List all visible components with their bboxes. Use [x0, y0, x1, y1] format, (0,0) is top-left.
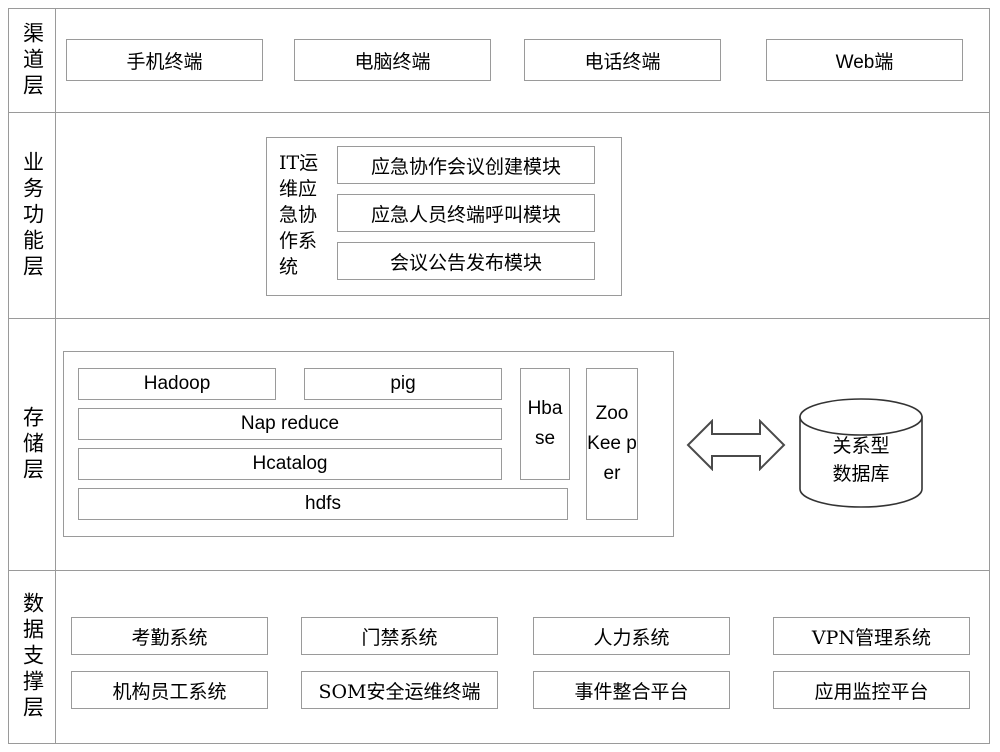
data-system-app-monitoring-platform-label: 应用监控平台	[814, 680, 929, 703]
layer-channel-body: 手机终端 电脑终端 电话终端 Web端	[56, 9, 989, 112]
storage-box-pig[interactable]: pig	[304, 368, 502, 400]
channel-item-phone-terminal[interactable]: 电话终端	[524, 39, 721, 81]
double-headed-arrow-icon	[686, 418, 786, 472]
layer-label-data-support: 数据支撑层	[9, 571, 56, 743]
storage-box-hcatalog[interactable]: Hcatalog	[78, 448, 502, 480]
storage-box-hdfs[interactable]: hdfs	[78, 488, 568, 520]
relational-database-label: 关系型 数据库	[796, 397, 926, 509]
layer-business: 业务功能层 IT运维应急协作系统 应急协作会议创建模块 应急人员终端呼叫模块 会…	[9, 113, 989, 319]
storage-box-pig-label: pig	[390, 373, 416, 394]
storage-box-hdfs-label: hdfs	[305, 493, 341, 514]
data-system-hr[interactable]: 人力系统	[533, 617, 730, 655]
it-ops-emergency-system-label: IT运维应急协作系统	[279, 152, 319, 278]
data-system-som-security-ops-terminal-label: SOM安全运维终端	[318, 680, 481, 703]
storage-box-mapreduce-label: Nap reduce	[240, 413, 340, 434]
data-system-vpn-management[interactable]: VPN管理系统	[773, 617, 970, 655]
module-emergency-staff-terminal-call[interactable]: 应急人员终端呼叫模块	[337, 194, 595, 232]
architecture-diagram: 渠道层 手机终端 电脑终端 电话终端 Web端 业务功能层 IT运维应急协作系统…	[0, 0, 1000, 752]
channel-item-phone-terminal-label: 电话终端	[584, 50, 661, 73]
layer-label-business-text: 业务功能层	[20, 150, 45, 281]
layer-business-body: IT运维应急协作系统 应急协作会议创建模块 应急人员终端呼叫模块 会议公告发布模…	[56, 113, 989, 318]
diagram-frame: 渠道层 手机终端 电脑终端 电话终端 Web端 业务功能层 IT运维应急协作系统…	[8, 8, 990, 744]
data-system-hr-label: 人力系统	[593, 626, 670, 649]
data-system-org-employee[interactable]: 机构员工系统	[71, 671, 268, 709]
channel-item-pc-terminal[interactable]: 电脑终端	[294, 39, 491, 81]
module-emergency-meeting-create-label: 应急协作会议创建模块	[370, 155, 561, 178]
data-system-vpn-management-label: VPN管理系统	[811, 626, 932, 649]
storage-box-hadoop-label: Hadoop	[143, 373, 211, 394]
module-emergency-staff-terminal-call-label: 应急人员终端呼叫模块	[370, 203, 561, 226]
channel-item-mobile-terminal-label: 手机终端	[126, 50, 203, 73]
layer-label-storage-text: 存储层	[20, 405, 45, 484]
layer-channel: 渠道层 手机终端 电脑终端 电话终端 Web端	[9, 9, 989, 113]
layer-label-data-support-text: 数据支撑层	[20, 592, 45, 722]
storage-box-hbase-label: Hba se	[527, 398, 563, 449]
storage-box-hadoop[interactable]: Hadoop	[78, 368, 276, 400]
module-meeting-announcement-publish[interactable]: 会议公告发布模块	[337, 242, 595, 280]
layer-data-support-body: 考勤系统 门禁系统 人力系统 VPN管理系统 机构员工系统 SOM安全运维终端	[56, 571, 989, 743]
storage-box-hbase[interactable]: Hba se	[520, 368, 570, 480]
hadoop-ecosystem-group: Hadoop pig Nap reduce Hcatalog hdfs Hba …	[63, 351, 674, 537]
storage-box-zookeeper[interactable]: Zoo Kee per	[586, 368, 638, 520]
storage-box-zookeeper-label: Zoo Kee per	[587, 403, 637, 484]
relational-database-node[interactable]: 关系型 数据库	[796, 397, 926, 509]
layer-label-channel-text: 渠道层	[20, 21, 45, 100]
channel-item-web-terminal[interactable]: Web端	[766, 39, 963, 81]
channel-item-web-terminal-label: Web端	[835, 51, 894, 73]
layer-storage-body: Hadoop pig Nap reduce Hcatalog hdfs Hba …	[56, 319, 989, 570]
storage-box-hcatalog-label: Hcatalog	[252, 453, 328, 474]
data-system-event-integration-platform-label: 事件整合平台	[574, 680, 689, 703]
data-system-event-integration-platform[interactable]: 事件整合平台	[533, 671, 730, 709]
layer-label-channel: 渠道层	[9, 9, 56, 112]
relational-database-line2: 数据库	[832, 463, 890, 485]
data-system-app-monitoring-platform[interactable]: 应用监控平台	[773, 671, 970, 709]
layer-data-support: 数据支撑层 考勤系统 门禁系统 人力系统 VPN管理系统 机构员工系统 SOM安…	[9, 571, 989, 743]
storage-box-mapreduce[interactable]: Nap reduce	[78, 408, 502, 440]
it-ops-emergency-system-group: IT运维应急协作系统 应急协作会议创建模块 应急人员终端呼叫模块 会议公告发布模…	[266, 137, 622, 296]
data-system-access-control[interactable]: 门禁系统	[301, 617, 498, 655]
data-system-attendance[interactable]: 考勤系统	[71, 617, 268, 655]
module-emergency-meeting-create[interactable]: 应急协作会议创建模块	[337, 146, 595, 184]
data-system-org-employee-label: 机构员工系统	[112, 680, 227, 703]
relational-database-line1: 关系型	[832, 435, 890, 457]
layer-storage: 存储层 Hadoop pig Nap reduce Hcatalog hdfs …	[9, 319, 989, 571]
channel-item-mobile-terminal[interactable]: 手机终端	[66, 39, 263, 81]
module-meeting-announcement-publish-label: 会议公告发布模块	[389, 251, 542, 274]
channel-item-pc-terminal-label: 电脑终端	[354, 50, 431, 73]
layer-label-storage: 存储层	[9, 319, 56, 570]
layer-label-business: 业务功能层	[9, 113, 56, 318]
data-system-attendance-label: 考勤系统	[131, 626, 208, 649]
data-system-access-control-label: 门禁系统	[361, 626, 438, 649]
data-system-som-security-ops-terminal[interactable]: SOM安全运维终端	[301, 671, 498, 709]
